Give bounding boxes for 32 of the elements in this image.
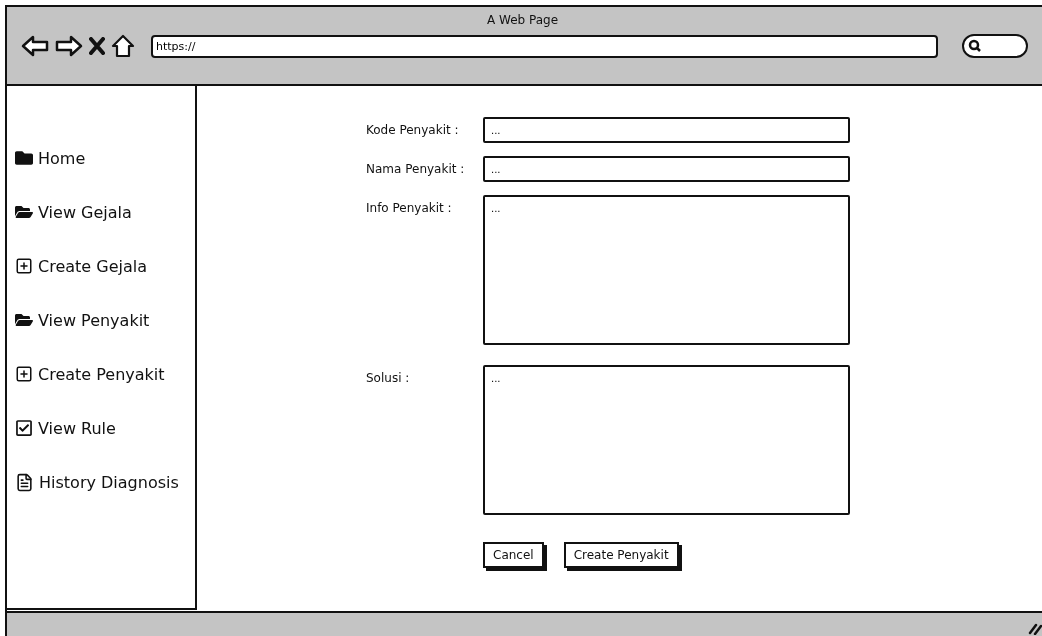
input-field[interactable]: ... — [483, 156, 850, 182]
search-field[interactable] — [962, 34, 1028, 58]
back-icon[interactable] — [21, 34, 49, 58]
sidebar-item[interactable]: History Diagnosis — [7, 470, 195, 494]
field-label: Info Penyakit : — [366, 200, 453, 217]
sidebar-item[interactable]: View Rule — [7, 416, 195, 440]
create-button[interactable]: Create Penyakit — [563, 542, 679, 568]
open-folder-icon — [15, 203, 33, 221]
cancel-button[interactable]: Cancel — [483, 542, 544, 568]
sidebar-item[interactable]: Create Penyakit — [7, 362, 195, 386]
search-icon — [968, 39, 982, 53]
field-label: Solusi : — [366, 370, 411, 387]
open-folder-icon — [15, 311, 33, 329]
sidebar-item[interactable]: Home — [7, 146, 195, 170]
window-title: A Web Page — [485, 13, 560, 27]
document-icon — [15, 472, 34, 492]
url-field[interactable]: https:// — [151, 34, 938, 58]
text-area[interactable]: ... — [483, 195, 850, 345]
sidebar-item[interactable]: Create Gejala — [7, 254, 195, 278]
field-label: Kode Penyakit : — [366, 122, 460, 139]
forward-icon[interactable] — [55, 34, 83, 58]
folder-icon — [15, 149, 33, 167]
checkbox-icon — [15, 419, 33, 437]
close-icon[interactable] — [89, 37, 105, 55]
sidebar-item[interactable]: View Gejala — [7, 200, 195, 224]
home-icon[interactable] — [111, 34, 135, 58]
plus-square-icon — [15, 257, 33, 275]
text-area[interactable]: ... — [483, 365, 850, 515]
input-field[interactable]: ... — [483, 117, 850, 143]
plus-square-icon — [15, 365, 33, 383]
sidebar-item[interactable]: View Penyakit — [7, 308, 195, 332]
field-label: Nama Penyakit : — [366, 161, 466, 178]
